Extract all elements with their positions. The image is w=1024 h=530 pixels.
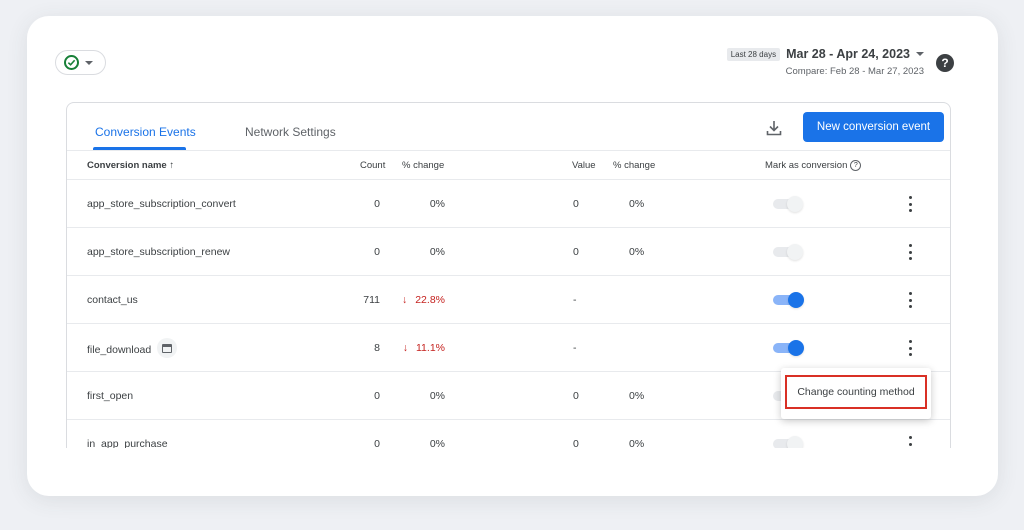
count-change-cell: 0% xyxy=(429,390,445,402)
check-icon xyxy=(64,55,79,70)
mark-conversion-toggle[interactable] xyxy=(771,244,803,260)
mark-conversion-toggle[interactable] xyxy=(771,436,803,448)
value-cell: - xyxy=(573,342,577,354)
value-change-cell: 0% xyxy=(629,198,645,210)
conversion-name: app_store_subscription_convert xyxy=(87,198,236,210)
chevron-down-icon[interactable] xyxy=(916,52,924,56)
conversion-name: file_download xyxy=(87,338,178,358)
table-row[interactable]: app_store_subscription_renew 0 0% 0 0% xyxy=(67,228,950,276)
table-header: Conversion name ↑ Count % change Value %… xyxy=(67,151,950,180)
download-icon[interactable] xyxy=(765,119,783,137)
value-cell: 0 xyxy=(573,246,579,258)
arrow-down-icon: ↓ xyxy=(402,342,408,354)
more-vert-icon[interactable] xyxy=(905,244,915,260)
more-vert-icon[interactable] xyxy=(905,436,915,448)
more-vert-icon[interactable] xyxy=(905,292,915,308)
date-range-picker[interactable]: Last 28 days Mar 28 - Apr 24, 2023 Compa… xyxy=(726,47,924,77)
value-cell: 0 xyxy=(573,198,579,210)
value-change-cell: 0% xyxy=(629,246,645,258)
change-counting-method-menu-item[interactable]: Change counting method xyxy=(785,375,927,409)
count-cell: 0 xyxy=(374,246,380,258)
arrow-down-icon: ↓ xyxy=(401,294,408,306)
help-icon[interactable]: ? xyxy=(850,160,862,171)
table-row[interactable]: in_app_purchase 0 0% 0 0% xyxy=(67,420,950,448)
value-cell: - xyxy=(573,294,577,306)
context-menu: Change counting method xyxy=(781,368,931,419)
help-icon[interactable]: ? xyxy=(936,54,954,72)
tab-network-settings[interactable]: Network Settings xyxy=(245,125,336,139)
calendar-icon[interactable] xyxy=(157,338,178,358)
table-row[interactable]: contact_us 711 ↓ 22.8% - xyxy=(67,276,950,324)
table-row[interactable]: app_store_subscription_convert 0 0% 0 0% xyxy=(67,180,950,228)
new-conversion-event-button[interactable]: New conversion event xyxy=(803,112,944,142)
count-change-cell: 0% xyxy=(429,438,445,448)
conversion-name: contact_us xyxy=(87,294,138,306)
compare-range: Compare: Feb 28 - Mar 27, 2023 xyxy=(785,66,924,77)
mark-conversion-toggle[interactable] xyxy=(771,196,803,212)
status-dropdown[interactable] xyxy=(55,50,106,75)
column-value-change[interactable]: % change xyxy=(613,160,655,171)
column-mark-as-conversion: Mark as conversion? xyxy=(765,160,862,171)
tab-conversion-events[interactable]: Conversion Events xyxy=(95,125,196,139)
count-change-cell: 0% xyxy=(429,198,445,210)
table-row[interactable]: file_download 8 ↓ 11.1% - xyxy=(67,324,950,372)
conversion-name: app_store_subscription_renew xyxy=(87,246,231,258)
count-cell: 8 xyxy=(374,342,380,354)
count-cell: 0 xyxy=(374,198,380,210)
conversion-name: first_open xyxy=(87,390,134,402)
value-change-cell: 0% xyxy=(629,390,645,402)
value-change-cell: 0% xyxy=(629,438,645,448)
sort-arrow-icon: ↑ xyxy=(169,160,175,171)
active-tab-indicator xyxy=(93,147,186,150)
count-cell: 711 xyxy=(363,294,380,306)
column-value[interactable]: Value xyxy=(572,160,596,171)
count-cell: 0 xyxy=(374,438,380,448)
conversion-name: in_app_purchase xyxy=(87,438,168,448)
chevron-down-icon xyxy=(85,60,93,65)
column-conversion-name[interactable]: Conversion name ↑ xyxy=(87,160,174,171)
count-change-cell: ↓ 22.8% xyxy=(401,294,445,306)
count-change-cell: ↓ 11.1% xyxy=(402,342,445,354)
date-badge: Last 28 days xyxy=(726,47,781,61)
column-count[interactable]: Count xyxy=(360,160,385,171)
more-vert-icon[interactable] xyxy=(905,340,915,356)
mark-conversion-toggle[interactable] xyxy=(771,340,804,356)
more-vert-icon[interactable] xyxy=(905,196,915,212)
value-cell: 0 xyxy=(573,390,579,402)
tab-bar: Conversion Events Network Settings New c… xyxy=(67,103,950,151)
value-cell: 0 xyxy=(573,438,579,448)
mark-conversion-toggle[interactable] xyxy=(771,292,804,308)
count-cell: 0 xyxy=(374,390,380,402)
column-count-change[interactable]: % change xyxy=(402,160,444,171)
count-change-cell: 0% xyxy=(429,246,445,258)
date-range[interactable]: Mar 28 - Apr 24, 2023 xyxy=(786,47,910,61)
